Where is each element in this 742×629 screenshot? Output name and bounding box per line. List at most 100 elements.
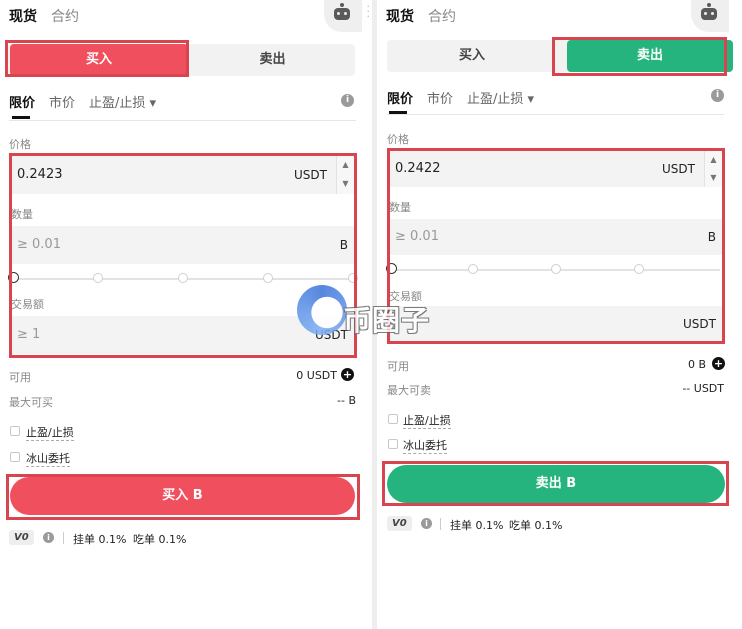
price-stepper[interactable]: ▲ ▼ — [704, 151, 722, 187]
amount-unit: USDT — [683, 317, 716, 331]
tp-sl-checkbox-label[interactable]: 止盈/止损 — [26, 424, 74, 441]
iceberg-checkbox[interactable] — [388, 439, 398, 449]
robot-icon — [701, 3, 717, 20]
price-value: 0.2422 — [395, 161, 441, 176]
bot-button[interactable]: · · · — [324, 0, 370, 32]
tabs-divider — [9, 120, 356, 121]
side-toggle: 买入 卖出 — [8, 44, 355, 76]
buy-submit-button[interactable]: 买入 B — [10, 477, 355, 515]
amount-label: 交易额 — [11, 298, 44, 311]
buy-toggle-button[interactable]: 买入 — [10, 44, 188, 76]
increment-button[interactable]: ▲ — [704, 151, 722, 169]
quantity-placeholder: ≥ 0.01 — [17, 237, 61, 252]
max-buy-value: -- B — [337, 394, 356, 407]
slider-stop-50[interactable] — [178, 273, 188, 283]
slider-stop-75[interactable] — [634, 264, 644, 274]
market-tabs: 现货 合约 — [9, 6, 93, 26]
sell-submit-button[interactable]: 卖出 B — [387, 465, 725, 503]
increment-button[interactable]: ▲ — [336, 156, 354, 175]
tab-spot[interactable]: 现货 — [9, 9, 37, 25]
info-icon[interactable]: i — [341, 94, 354, 107]
quantity-unit: B — [339, 238, 348, 252]
slider-handle[interactable] — [8, 272, 19, 283]
amount-placeholder: ≥ 1 — [17, 327, 41, 342]
maker-fee: 挂单 0.1% — [450, 519, 504, 532]
plus-circle-icon[interactable]: + — [712, 357, 725, 370]
iceberg-checkbox-label[interactable]: 冰山委托 — [26, 450, 70, 467]
vip-level-badge[interactable]: V0 — [387, 516, 412, 531]
slider-stop-100[interactable] — [348, 273, 358, 283]
available-value: 0 USDT — [296, 369, 337, 382]
tp-sl-checkbox[interactable] — [10, 426, 20, 436]
quantity-placeholder: ≥ 0.01 — [395, 229, 439, 244]
sell-toggle-button[interactable]: 卖出 — [190, 44, 355, 76]
tp-sl-checkbox[interactable] — [388, 414, 398, 424]
tab-limit[interactable]: 限价 — [387, 88, 413, 107]
price-input[interactable]: 0.2423 USDT ▲ ▼ — [11, 156, 354, 194]
slider-stop-25[interactable] — [93, 273, 103, 283]
robot-icon — [334, 3, 350, 20]
quantity-input[interactable]: ≥ 0.01 B — [11, 226, 354, 264]
slider-stop-25[interactable] — [468, 264, 478, 274]
tabs-divider — [387, 114, 724, 115]
tab-market[interactable]: 市价 — [49, 92, 75, 111]
separator — [440, 518, 441, 530]
maker-fee: 挂单 0.1% — [73, 533, 127, 546]
sell-panel: 现货 合约 买入 卖出 限价 市价 止盈/止损 ▾ i 价格 0.2422 USDT … — [377, 0, 742, 629]
max-sell-label: 最大可卖 — [387, 384, 431, 397]
side-toggle: 买入 卖出 — [387, 40, 733, 72]
price-unit: USDT — [662, 162, 695, 176]
quantity-label: 数量 — [11, 208, 33, 221]
separator — [63, 532, 64, 544]
buy-panel: 现货 合约 · · · 买入 卖出 限价 市价 止盈/止损 ▾ i 价格 0.2423 U… — [0, 0, 372, 629]
max-sell-value: -- USDT — [682, 382, 724, 395]
active-tab-indicator — [12, 116, 30, 119]
info-icon[interactable]: i — [43, 532, 54, 543]
quantity-input[interactable]: ≥ 0.01 B — [389, 219, 722, 255]
slider-handle[interactable] — [386, 263, 397, 274]
plus-circle-icon[interactable]: + — [341, 368, 354, 381]
info-icon[interactable]: i — [421, 518, 432, 529]
slider-stop-75[interactable] — [263, 273, 273, 283]
taker-fee: 吃单 0.1% — [509, 519, 563, 532]
amount-slider[interactable] — [386, 263, 720, 274]
taker-fee: 吃单 0.1% — [133, 533, 187, 546]
price-input[interactable]: 0.2422 USDT ▲ ▼ — [389, 151, 722, 187]
amount-label: 交易额 — [389, 290, 422, 303]
decrement-button[interactable]: ▼ — [704, 169, 722, 187]
available-label: 可用 — [387, 360, 409, 373]
max-buy-label: 最大可买 — [9, 396, 53, 409]
tab-spot[interactable]: 现货 — [386, 9, 414, 25]
tab-market[interactable]: 市价 — [427, 88, 453, 107]
buy-toggle-button[interactable]: 买入 — [387, 40, 557, 72]
tab-futures[interactable]: 合约 — [428, 9, 456, 25]
tab-tp-sl[interactable]: 止盈/止损 ▾ — [89, 92, 156, 111]
iceberg-checkbox-label[interactable]: 冰山委托 — [403, 437, 447, 454]
available-value: 0 B — [687, 358, 706, 371]
amount-slider[interactable] — [8, 272, 358, 283]
amount-input[interactable]: ≥ 1 USDT — [11, 316, 354, 354]
price-value: 0.2423 — [17, 167, 63, 182]
slider-stop-50[interactable] — [551, 264, 561, 274]
order-type-tabs: 限价 市价 止盈/止损 ▾ — [387, 88, 548, 107]
info-icon[interactable]: i — [711, 89, 724, 102]
quantity-unit: B — [707, 230, 716, 244]
tab-futures[interactable]: 合约 — [51, 9, 79, 25]
tab-limit[interactable]: 限价 — [9, 92, 35, 111]
price-label: 价格 — [9, 138, 31, 151]
vip-level-badge[interactable]: V0 — [9, 530, 34, 545]
price-label: 价格 — [387, 133, 409, 146]
sell-toggle-button[interactable]: 卖出 — [567, 40, 733, 72]
tab-tp-sl[interactable]: 止盈/止损 ▾ — [467, 88, 534, 107]
iceberg-checkbox[interactable] — [10, 452, 20, 462]
order-type-tabs: 限价 市价 止盈/止损 ▾ — [9, 92, 170, 111]
market-tabs: 现货 合约 — [386, 6, 470, 26]
amount-unit: USDT — [315, 328, 348, 342]
decrement-button[interactable]: ▼ — [336, 175, 354, 194]
available-label: 可用 — [9, 371, 31, 384]
price-unit: USDT — [294, 168, 327, 182]
price-stepper[interactable]: ▲ ▼ — [336, 156, 354, 194]
tp-sl-checkbox-label[interactable]: 止盈/止损 — [403, 412, 451, 429]
amount-input[interactable]: USDT — [389, 306, 722, 342]
bot-button[interactable] — [691, 0, 729, 32]
